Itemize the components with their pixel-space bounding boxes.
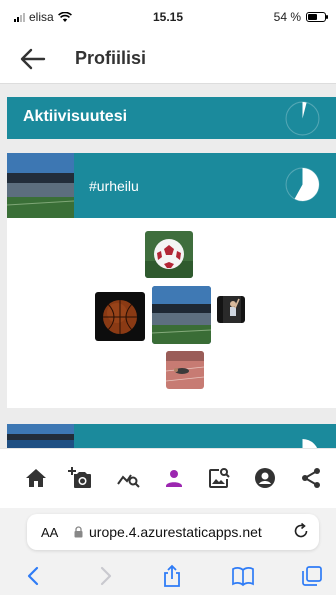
browser-forward-icon[interactable] xyxy=(93,564,117,588)
battery-label: 54 % xyxy=(273,10,301,24)
photo-player[interactable] xyxy=(217,296,245,323)
stadium-thumbnail xyxy=(7,153,74,218)
page-title: Profiilisi xyxy=(75,48,147,68)
back-arrow-icon[interactable] xyxy=(18,44,48,74)
bookmarks-icon[interactable] xyxy=(231,564,255,588)
url-text: urope.4.azurestaticapps.net xyxy=(89,524,262,540)
bottom-navigation xyxy=(0,448,336,508)
reload-icon[interactable] xyxy=(292,522,310,540)
browser-url-area: AA urope.4.azurestaticapps.net xyxy=(0,508,336,558)
tabs-icon[interactable] xyxy=(300,564,324,588)
share-sheet-icon[interactable] xyxy=(160,564,184,588)
sport-pie-chart xyxy=(285,167,320,202)
share-icon[interactable] xyxy=(299,466,323,490)
lock-icon xyxy=(74,526,83,538)
stats-icon[interactable] xyxy=(116,466,140,490)
add-photo-icon[interactable] xyxy=(68,466,92,490)
photo-soccer-ball[interactable] xyxy=(145,231,193,278)
photo-track[interactable] xyxy=(166,351,204,389)
photo-cluster xyxy=(7,218,336,408)
app-header: Profiilisi xyxy=(0,34,336,84)
address-bar[interactable]: AA urope.4.azurestaticapps.net xyxy=(27,514,319,550)
sport-section-header[interactable]: #urheilu xyxy=(7,153,336,218)
reader-options-button[interactable]: AA xyxy=(41,525,58,540)
sport-pie-slice xyxy=(294,168,319,201)
activity-pie-chart xyxy=(285,101,320,136)
image-search-icon[interactable] xyxy=(207,466,231,490)
activity-section-header[interactable]: Aktiivisuutesi xyxy=(7,97,336,139)
activity-pie-slice xyxy=(302,102,307,119)
browser-toolbar xyxy=(0,558,336,595)
next-thumbnail xyxy=(7,424,74,448)
activity-title: Aktiivisuutesi xyxy=(23,108,128,125)
browser-back-icon[interactable] xyxy=(22,564,46,588)
home-icon[interactable] xyxy=(24,466,48,490)
person-icon[interactable] xyxy=(162,466,186,490)
account-icon[interactable] xyxy=(253,466,277,490)
status-bar: elisa 15.15 54 % xyxy=(0,0,336,34)
photo-basketball[interactable] xyxy=(95,292,145,341)
battery-icon xyxy=(306,12,328,22)
photo-stadium[interactable] xyxy=(152,286,211,344)
sport-tag: #urheilu xyxy=(89,178,139,194)
next-section-header[interactable] xyxy=(7,424,336,472)
